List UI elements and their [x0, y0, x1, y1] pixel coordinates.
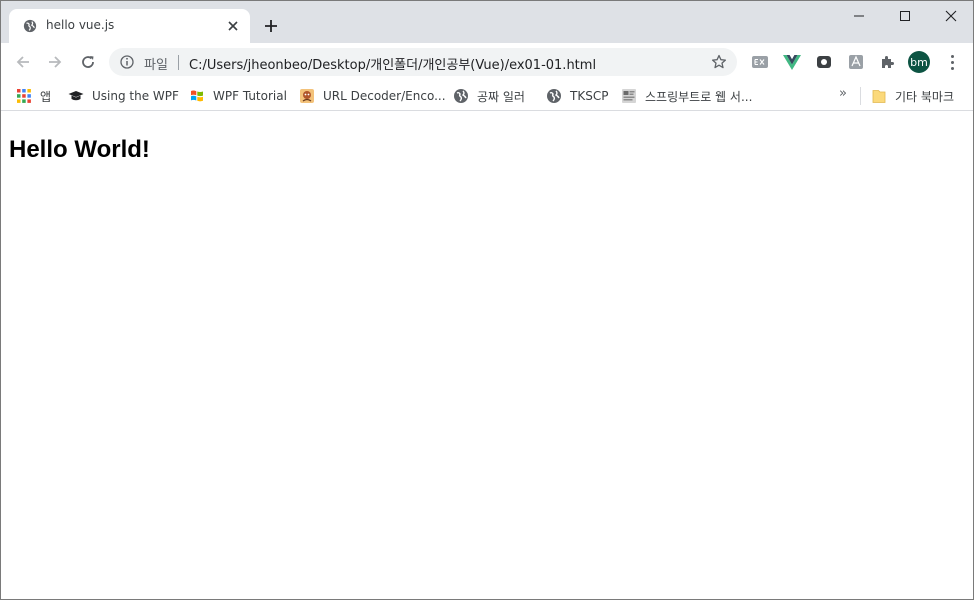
bookmark-wpf-tutorial[interactable]: WPF Tutorial: [189, 86, 287, 106]
info-icon[interactable]: [120, 55, 134, 69]
bookmark-label: TKSCP: [570, 89, 609, 103]
page-heading: Hello World!: [9, 136, 150, 163]
bookmark-label: 기타 북마크: [895, 89, 955, 104]
menu-dot-icon: [950, 66, 954, 70]
globe-icon: [454, 89, 468, 103]
media-extension-icon: [817, 56, 831, 68]
maximize-icon: [900, 11, 910, 21]
windows-logo-icon: [191, 90, 203, 102]
address-bar[interactable]: 파일 C:/Users/jheonbeo/Desktop/개인폴더/개인공부(V…: [109, 48, 737, 76]
page-content: Hello World!: [1, 112, 973, 599]
bookmark-label: 스프링부트로 웹 서...: [645, 89, 753, 104]
menu-dot-icon: [950, 60, 954, 64]
bookmark-label: WPF Tutorial: [213, 89, 287, 103]
bookmark-other-folder[interactable]: 기타 북마크: [871, 86, 954, 106]
bookmark-springboot-web[interactable]: 스프링부트로 웹 서...: [621, 86, 752, 106]
pdf-extension-icon: [849, 55, 863, 69]
minimize-button[interactable]: [844, 5, 874, 27]
bookmark-apps[interactable]: 앱: [16, 86, 51, 106]
browser-window: hello vue.js 파일 C:/Users/jheonbeo/Deskto…: [0, 0, 974, 600]
close-window-button[interactable]: [936, 5, 966, 27]
bookmarks-separator: [860, 87, 861, 105]
bookmark-tkscp[interactable]: TKSCP: [546, 86, 608, 106]
tab-hello-vue[interactable]: hello vue.js: [9, 9, 250, 43]
bookmark-free-illust[interactable]: 공짜 일러: [453, 86, 525, 106]
back-button[interactable]: [12, 51, 34, 73]
scheme-label: 파일: [144, 58, 168, 73]
site-thumbnail-icon: [622, 89, 636, 103]
ex-extension-icon: [752, 56, 768, 68]
forward-button[interactable]: [44, 51, 66, 73]
browser-toolbar: 파일 C:/Users/jheonbeo/Desktop/개인폴더/개인공부(V…: [1, 43, 973, 81]
address-separator: [178, 55, 179, 70]
bookmark-label: 앱: [40, 89, 52, 104]
plus-icon: [265, 20, 277, 32]
site-favicon-icon: [300, 89, 314, 103]
bookmark-label: 공짜 일러: [477, 89, 525, 104]
browser-menu-button[interactable]: [944, 52, 960, 72]
close-icon: [228, 21, 238, 31]
extension-ex-button[interactable]: [750, 52, 770, 72]
tab-title: hello vue.js: [46, 18, 115, 32]
bookmark-label: Using the WPF: [92, 89, 179, 103]
vue-logo-icon: [783, 55, 801, 70]
close-icon: [945, 10, 957, 22]
globe-icon: [547, 89, 561, 103]
folder-icon: [872, 90, 886, 103]
tab-close-button[interactable]: [225, 18, 241, 34]
url-text[interactable]: C:/Users/jheonbeo/Desktop/개인폴더/개인공부(Vue)…: [189, 54, 596, 73]
maximize-button[interactable]: [890, 5, 920, 27]
arrow-left-icon: [16, 56, 29, 68]
star-icon[interactable]: [711, 54, 727, 70]
arrow-right-icon: [49, 56, 62, 68]
extension-vue-devtools-button[interactable]: [782, 52, 802, 72]
bookmark-label: URL Decoder/Enco...: [323, 89, 446, 103]
extensions-button[interactable]: [878, 52, 898, 72]
extension-pdf-button[interactable]: [846, 52, 866, 72]
bookmark-url-decoder[interactable]: URL Decoder/Enco...: [299, 86, 446, 106]
extension-media-button[interactable]: [814, 52, 834, 72]
graduation-cap-icon: [68, 91, 84, 101]
reload-button[interactable]: [77, 51, 99, 73]
menu-dot-icon: [950, 54, 954, 58]
tab-strip: hello vue.js: [1, 1, 973, 43]
minimize-icon: [854, 15, 864, 17]
bookmark-using-the-wpf[interactable]: Using the WPF: [68, 86, 179, 106]
profile-avatar[interactable]: bm: [908, 51, 930, 73]
apps-grid-icon: [17, 89, 31, 103]
puzzle-icon: [882, 56, 894, 68]
new-tab-button[interactable]: [261, 16, 281, 36]
reload-icon: [82, 56, 94, 68]
bookmarks-bar: 앱 Using the WPF WPF Tutorial URL Decoder…: [1, 81, 973, 111]
globe-icon: [23, 19, 37, 33]
bookmarks-overflow-button[interactable]: »: [839, 86, 847, 101]
